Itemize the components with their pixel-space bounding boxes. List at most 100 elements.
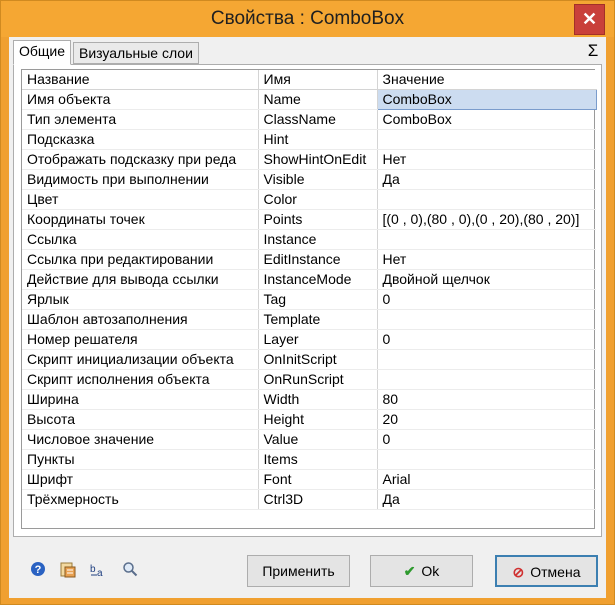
property-name-cell[interactable]: Font: [258, 469, 378, 490]
table-row[interactable]: Ярлык Tag 0: [22, 289, 596, 310]
property-value-cell[interactable]: [377, 129, 596, 150]
table-row[interactable]: Отображать подсказку при реда ShowHintOnE…: [22, 149, 596, 170]
property-title-cell[interactable]: Пункты: [22, 449, 259, 470]
column-header-name: Название: [22, 70, 259, 90]
property-name-cell[interactable]: Tag: [258, 289, 378, 310]
table-row[interactable]: Номер решателя Layer 0: [22, 329, 596, 350]
table-row[interactable]: Координаты точек Points [(0 , 0),(80 , 0),…: [22, 209, 596, 230]
property-title-cell[interactable]: Имя объекта: [22, 89, 259, 110]
close-button[interactable]: ✕: [574, 4, 605, 35]
table-row[interactable]: Подсказка Hint: [22, 129, 596, 150]
property-name-cell[interactable]: ShowHintOnEdit: [258, 149, 378, 170]
property-title-cell[interactable]: Скрипт исполнения объекта: [22, 369, 259, 390]
property-value-cell[interactable]: 0: [377, 289, 596, 310]
table-row[interactable]: Шрифт Font Arial: [22, 469, 596, 490]
property-title-cell[interactable]: Высота: [22, 409, 259, 430]
title-bar[interactable]: Свойства : ComboBox ✕: [1, 1, 614, 37]
table-row[interactable]: Ссылка при редактировании EditInstance Нет: [22, 249, 596, 270]
table-row[interactable]: Тип элемента ClassName ComboBox: [22, 109, 596, 130]
property-title-cell[interactable]: Ссылка: [22, 229, 259, 250]
table-row[interactable]: Пункты Items: [22, 449, 596, 470]
property-value-cell[interactable]: 80: [377, 389, 596, 410]
property-title-cell[interactable]: Тип элемента: [22, 109, 259, 130]
property-value-cell[interactable]: Нет: [377, 149, 596, 170]
property-name-cell[interactable]: OnInitScript: [258, 349, 378, 370]
text-format-icon[interactable]: ba: [89, 561, 107, 579]
property-value-cell[interactable]: [377, 369, 596, 390]
table-row[interactable]: Высота Height 20: [22, 409, 596, 430]
property-title-cell[interactable]: Цвет: [22, 189, 259, 210]
table-row[interactable]: Видимость при выполнении Visible Да: [22, 169, 596, 190]
property-title-cell[interactable]: Числовое значение: [22, 429, 259, 450]
property-title-cell[interactable]: Ширина: [22, 389, 259, 410]
properties-grid[interactable]: Название Имя Значение Имя объекта Name Com…: [21, 69, 597, 529]
property-name-cell[interactable]: Width: [258, 389, 378, 410]
property-name-cell[interactable]: Hint: [258, 129, 378, 150]
property-value-cell[interactable]: [377, 449, 596, 470]
cancel-icon: ⊘: [512, 564, 525, 580]
property-name-cell[interactable]: Visible: [258, 169, 378, 190]
ok-button[interactable]: ✔ Ok: [370, 555, 473, 587]
property-title-cell[interactable]: Отображать подсказку при реда: [22, 149, 259, 170]
property-title-cell[interactable]: Шрифт: [22, 469, 259, 490]
property-value-cell[interactable]: Arial: [377, 469, 596, 490]
property-name-cell[interactable]: Layer: [258, 329, 378, 350]
property-name-cell[interactable]: Instance: [258, 229, 378, 250]
property-value-cell[interactable]: 20: [377, 409, 596, 430]
property-value-cell[interactable]: [377, 309, 596, 330]
sigma-icon[interactable]: Σ: [584, 41, 602, 63]
property-name-cell[interactable]: Value: [258, 429, 378, 450]
property-name-cell[interactable]: OnRunScript: [258, 369, 378, 390]
property-title-cell[interactable]: Шаблон автозаполнения: [22, 309, 259, 330]
property-title-cell[interactable]: Ссылка при редактировании: [22, 249, 259, 270]
property-value-cell[interactable]: 0: [377, 429, 596, 450]
property-name-cell[interactable]: ClassName: [258, 109, 378, 130]
table-row[interactable]: Трёхмерность Ctrl3D Да: [22, 489, 596, 510]
property-value-cell[interactable]: Да: [377, 489, 596, 510]
property-title-cell[interactable]: Ярлык: [22, 289, 259, 310]
tab-general[interactable]: Общие: [13, 40, 72, 65]
table-row[interactable]: Скрипт инициализации объекта OnInitScript: [22, 349, 596, 370]
property-name-cell[interactable]: Name: [258, 89, 378, 110]
property-name-cell[interactable]: Ctrl3D: [258, 489, 378, 510]
property-title-cell[interactable]: Скрипт инициализации объекта: [22, 349, 259, 370]
help-icon[interactable]: ?: [29, 561, 47, 579]
table-row[interactable]: Числовое значение Value 0: [22, 429, 596, 450]
table-row[interactable]: Ссылка Instance: [22, 229, 596, 250]
property-title-cell[interactable]: Действие для вывода ссылки: [22, 269, 259, 290]
property-value-cell[interactable]: 0: [377, 329, 596, 350]
property-name-cell[interactable]: Items: [258, 449, 378, 470]
property-value-cell[interactable]: Двойной щелчок: [377, 269, 596, 290]
property-value-cell[interactable]: [377, 349, 596, 370]
property-value-cell[interactable]: ComboBox: [377, 109, 596, 130]
property-value-cell[interactable]: [(0 , 0),(80 , 0),(0 , 20),(80 , 20)]: [377, 209, 596, 230]
search-icon[interactable]: [121, 561, 139, 579]
table-row[interactable]: Шаблон автозаполнения Template: [22, 309, 596, 330]
table-row[interactable]: Скрипт исполнения объекта OnRunScript: [22, 369, 596, 390]
property-name-cell[interactable]: Points: [258, 209, 378, 230]
apply-button[interactable]: Применить: [247, 555, 350, 587]
property-title-cell[interactable]: Подсказка: [22, 129, 259, 150]
property-value-cell[interactable]: Да: [377, 169, 596, 190]
property-name-cell[interactable]: Color: [258, 189, 378, 210]
property-value-cell[interactable]: [377, 189, 596, 210]
table-row[interactable]: Цвет Color: [22, 189, 596, 210]
property-name-cell[interactable]: EditInstance: [258, 249, 378, 270]
property-value-cell[interactable]: Нет: [377, 249, 596, 270]
properties-icon[interactable]: [59, 561, 77, 579]
property-value-cell[interactable]: ComboBox: [376, 89, 597, 110]
table-row[interactable]: Действие для вывода ссылки InstanceMode Дв…: [22, 269, 596, 290]
property-title-cell[interactable]: Номер решателя: [22, 329, 259, 350]
property-value-cell[interactable]: [377, 229, 596, 250]
property-name-cell[interactable]: Height: [258, 409, 378, 430]
dialog-body: Общие Визуальные слои Σ Название Имя Зна…: [9, 37, 606, 598]
table-row[interactable]: Ширина Width 80: [22, 389, 596, 410]
tab-visual-layers[interactable]: Визуальные слои: [73, 42, 199, 64]
property-title-cell[interactable]: Видимость при выполнении: [22, 169, 259, 190]
property-name-cell[interactable]: Template: [258, 309, 378, 330]
property-title-cell[interactable]: Трёхмерность: [22, 489, 259, 510]
property-title-cell[interactable]: Координаты точек: [22, 209, 259, 230]
table-row[interactable]: Имя объекта Name ComboBox: [22, 89, 597, 110]
cancel-button[interactable]: ⊘ Отмена: [495, 555, 598, 587]
property-name-cell[interactable]: InstanceMode: [258, 269, 378, 290]
